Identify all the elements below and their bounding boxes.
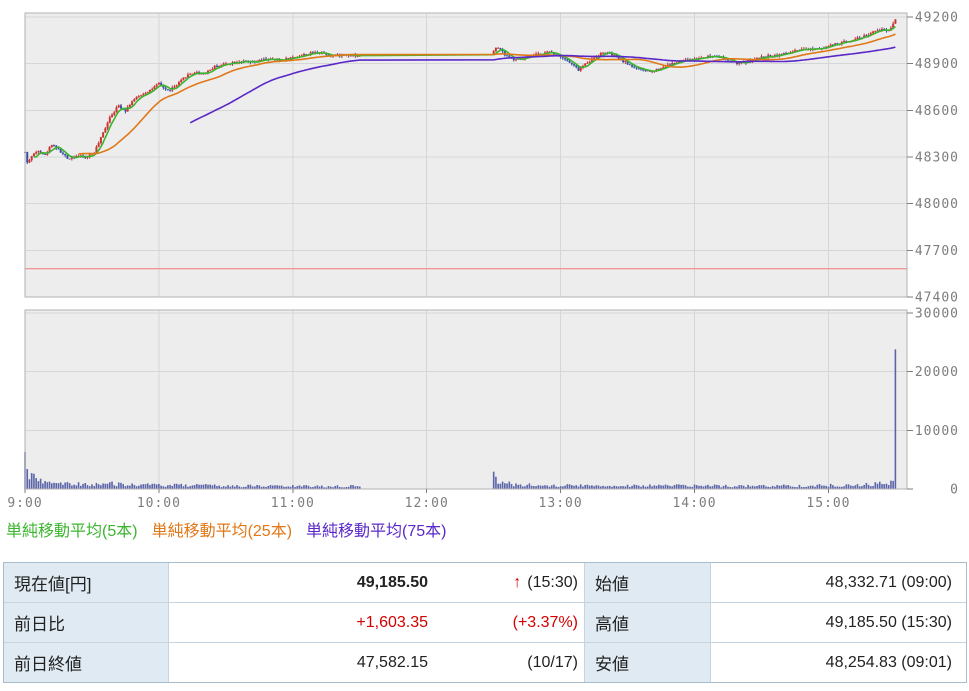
current-price-time: (15:30) [527, 573, 578, 591]
legend-ma5: 単純移動平均(5本) [6, 523, 138, 540]
current-price-cell: 49,185.50 ↑ (15:30) [169, 563, 584, 602]
quote-summary-table: 現在値[円] 49,185.50 ↑ (15:30) 始値 48,332.71 … [3, 562, 967, 683]
svg-text:49200: 49200 [915, 11, 959, 26]
low-label: 安値 [584, 643, 711, 682]
svg-text:48600: 48600 [915, 104, 959, 119]
svg-text:10:00: 10:00 [137, 496, 181, 511]
current-price-value: 49,185.50 [356, 573, 428, 591]
day-change-cell: +1,603.35 (+3.37%) [169, 603, 584, 642]
table-row: 前日比 +1,603.35 (+3.37%) 高値 49,185.50 (15:… [4, 602, 966, 642]
svg-text:11:00: 11:00 [271, 496, 315, 511]
svg-text:12:00: 12:00 [405, 496, 449, 511]
legend-ma25: 単純移動平均(25本) [151, 523, 293, 540]
open-value: 48,332.71 (09:00) [825, 573, 952, 591]
svg-text:14:00: 14:00 [672, 496, 716, 511]
svg-text:13:00: 13:00 [539, 496, 583, 511]
svg-text:48900: 48900 [915, 57, 959, 72]
day-change-value: +1,603.35 [356, 613, 428, 631]
prev-close-date: (10/17) [527, 653, 578, 671]
high-label: 高値 [584, 603, 711, 642]
current-price-label: 現在値[円] [4, 563, 169, 602]
svg-text:0: 0 [950, 483, 959, 498]
up-arrow-icon: ↑ [513, 573, 522, 591]
ma-legend: 単純移動平均(5本) 単純移動平均(25本) 単純移動平均(75本) [6, 517, 447, 541]
prev-close-cell: 47,582.15 (10/17) [169, 643, 584, 682]
low-value: 48,254.83 (09:01) [825, 653, 952, 671]
day-change-percent: (+3.37%) [512, 613, 578, 631]
svg-text:47400: 47400 [915, 291, 959, 306]
table-row: 現在値[円] 49,185.50 ↑ (15:30) 始値 48,332.71 … [4, 563, 966, 602]
prev-close-label: 前日終値 [4, 643, 169, 682]
svg-text:30000: 30000 [915, 307, 959, 322]
svg-text:10000: 10000 [915, 424, 959, 439]
svg-text:20000: 20000 [915, 365, 959, 380]
current-price-aux: ↑ (15:30) [428, 574, 578, 592]
svg-text:9:00: 9:00 [7, 496, 42, 511]
svg-text:15:00: 15:00 [806, 496, 850, 511]
legend-ma75: 単純移動平均(75本) [306, 523, 447, 540]
svg-text:48000: 48000 [915, 197, 959, 212]
table-row: 前日終値 47,582.15 (10/17) 安値 48,254.83 (09:… [4, 642, 966, 682]
svg-text:47700: 47700 [915, 244, 959, 259]
stock-chart-page: 49200 48900 48600 48300 48000 47700 47400 30000… [0, 0, 969, 691]
prev-close-value: 47,582.15 [356, 653, 428, 671]
day-change-label: 前日比 [4, 603, 169, 642]
stock-chart-canvas: 49200 48900 48600 48300 48000 47700 4740030000… [7, 11, 959, 512]
svg-text:48300: 48300 [915, 151, 959, 166]
high-value: 49,185.50 (15:30) [825, 613, 952, 631]
open-label: 始値 [584, 563, 711, 602]
